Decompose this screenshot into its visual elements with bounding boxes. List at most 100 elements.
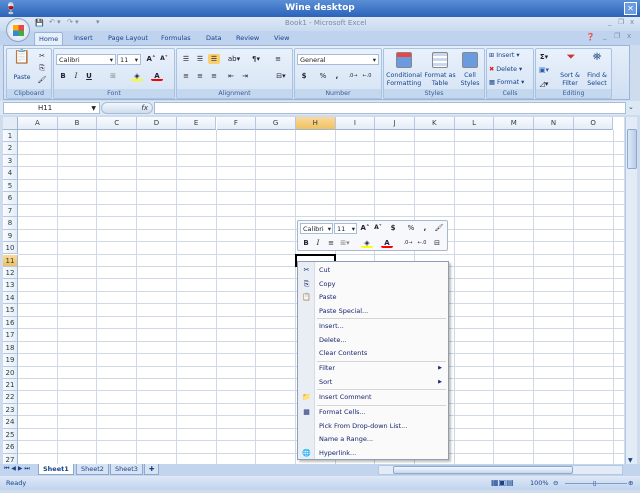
- tab-review[interactable]: Review: [232, 32, 263, 45]
- wrap-icon[interactable]: ≡: [272, 54, 284, 64]
- context-menu-item-cut[interactable]: ✂ Cut: [298, 264, 448, 277]
- mini-comma-button[interactable]: ,: [419, 223, 431, 233]
- sheet-tab-1[interactable]: Sheet1: [38, 464, 74, 475]
- zoom-in-button[interactable]: ⊕: [628, 476, 633, 490]
- column-header-C[interactable]: C: [97, 117, 138, 130]
- tab-insert[interactable]: Insert: [70, 32, 97, 45]
- tab-view[interactable]: View: [270, 32, 293, 45]
- mini-fill-color-icon[interactable]: ◈: [361, 238, 373, 248]
- zoom-level[interactable]: 100%: [530, 476, 549, 490]
- format-as-table-button[interactable]: Format as Table: [424, 72, 456, 88]
- column-header-I[interactable]: I: [335, 117, 376, 130]
- format-painter-icon[interactable]: 🖌: [36, 75, 48, 85]
- fill-color-icon[interactable]: ◈: [131, 71, 143, 81]
- shrink-font-icon[interactable]: A˅: [158, 54, 170, 64]
- row-header-17[interactable]: 17: [3, 329, 18, 342]
- row-header-23[interactable]: 23: [3, 403, 18, 417]
- row-header-6[interactable]: 6: [3, 192, 18, 205]
- insert-cells-button[interactable]: ⊞ Insert ▾: [489, 52, 520, 60]
- underline-button[interactable]: U: [83, 71, 95, 81]
- column-header-M[interactable]: M: [494, 117, 535, 130]
- find-select-button[interactable]: Find & Select: [583, 72, 611, 88]
- mini-decrease-decimal-icon[interactable]: ←.0: [416, 238, 428, 248]
- doc-close-button[interactable]: x: [627, 32, 631, 40]
- column-header-F[interactable]: F: [216, 117, 257, 130]
- row-header-9[interactable]: 9: [3, 229, 18, 243]
- context-menu-item-hyperlink[interactable]: 🌐 Hyperlink...: [298, 447, 448, 460]
- context-menu-item-name-a-range[interactable]: Name a Range...: [298, 433, 448, 446]
- context-menu-item-copy[interactable]: ⎘ Copy: [298, 278, 448, 291]
- paste-icon[interactable]: 📋: [13, 50, 31, 72]
- row-header-1[interactable]: 1: [3, 130, 18, 143]
- mini-increase-decimal-icon[interactable]: .0→: [402, 238, 414, 248]
- row-header-5[interactable]: 5: [3, 179, 18, 193]
- row-header-4[interactable]: 4: [3, 167, 18, 180]
- context-menu-item-insert[interactable]: Insert...: [298, 320, 448, 333]
- mini-currency-button[interactable]: $: [387, 223, 399, 233]
- row-header-11[interactable]: 11: [3, 254, 18, 267]
- column-header-O[interactable]: O: [573, 117, 614, 130]
- expand-formula-bar-icon[interactable]: ⌄: [628, 103, 634, 111]
- increase-decimal-icon[interactable]: .0→: [347, 71, 359, 81]
- row-header-13[interactable]: 13: [3, 279, 18, 292]
- align-right-icon[interactable]: ≡: [208, 71, 220, 81]
- context-menu-item-sort[interactable]: Sort ▶: [298, 376, 448, 389]
- sheet-tab-3[interactable]: Sheet3: [110, 464, 143, 475]
- currency-button[interactable]: $: [298, 71, 310, 81]
- office-button[interactable]: [6, 18, 30, 42]
- row-header-12[interactable]: 12: [3, 266, 18, 280]
- scroll-down-icon[interactable]: ▼: [628, 457, 633, 464]
- percent-button[interactable]: %: [317, 71, 329, 81]
- save-icon[interactable]: 💾: [35, 19, 44, 27]
- orientation-icon[interactable]: ab▾: [225, 54, 243, 64]
- column-header-L[interactable]: L: [454, 117, 495, 130]
- column-header-N[interactable]: N: [534, 117, 574, 130]
- vertical-scroll-thumb[interactable]: [627, 129, 637, 169]
- row-header-22[interactable]: 22: [3, 391, 18, 404]
- row-header-25[interactable]: 25: [3, 428, 18, 442]
- grow-font-icon[interactable]: A˄: [145, 54, 157, 64]
- mini-italic-button[interactable]: I: [312, 238, 324, 248]
- bottom-align-icon[interactable]: ☰: [208, 54, 220, 64]
- column-header-A[interactable]: A: [18, 117, 58, 130]
- context-menu-item-delete[interactable]: Delete...: [298, 334, 448, 347]
- select-all-corner[interactable]: [3, 117, 18, 130]
- mini-borders-icon[interactable]: ⊞▾: [339, 238, 351, 248]
- doc-minimize-button[interactable]: _: [603, 32, 607, 40]
- app-close-button[interactable]: x: [630, 18, 634, 26]
- mini-grow-font-icon[interactable]: A˄: [359, 223, 371, 233]
- undo-button[interactable]: ↶ ▾: [49, 18, 61, 26]
- row-header-20[interactable]: 20: [3, 366, 18, 379]
- tab-page-layout[interactable]: Page Layout: [104, 32, 152, 45]
- mini-font-name-combo[interactable]: Calibri ▾: [300, 223, 333, 234]
- column-header-E[interactable]: E: [176, 117, 217, 130]
- conditional-formatting-button[interactable]: Conditional Formatting: [384, 72, 424, 88]
- comma-button[interactable]: ,: [331, 71, 343, 81]
- row-header-3[interactable]: 3: [3, 154, 18, 168]
- top-align-icon[interactable]: ☰: [180, 54, 192, 64]
- context-menu-item-paste[interactable]: 📋 Paste: [298, 291, 448, 304]
- column-header-B[interactable]: B: [57, 117, 98, 130]
- decrease-decimal-icon[interactable]: ←.0: [361, 71, 373, 81]
- row-header-2[interactable]: 2: [3, 142, 18, 155]
- increase-indent-icon[interactable]: ⇥: [239, 71, 251, 81]
- customize-qat-icon[interactable]: ▾: [96, 18, 100, 26]
- copy-icon[interactable]: ⎘: [36, 63, 48, 73]
- mini-shrink-font-icon[interactable]: A˅: [372, 223, 384, 233]
- number-format-combo[interactable]: General ▾: [297, 54, 379, 65]
- clear-icon[interactable]: ◿▾: [538, 79, 550, 89]
- context-menu-item-pick-from-drop-down-list[interactable]: Pick From Drop-down List...: [298, 420, 448, 433]
- context-menu-item-insert-comment[interactable]: 📁 Insert Comment: [298, 391, 448, 404]
- row-header-16[interactable]: 16: [3, 316, 18, 330]
- row-header-26[interactable]: 26: [3, 441, 18, 454]
- autosum-icon[interactable]: Σ▾: [538, 52, 550, 62]
- column-header-H[interactable]: H: [295, 117, 336, 130]
- column-header-D[interactable]: D: [137, 117, 177, 130]
- formula-input[interactable]: [154, 102, 626, 114]
- mini-merge-icon[interactable]: ⊟: [431, 238, 443, 248]
- decrease-indent-icon[interactable]: ⇤: [225, 71, 237, 81]
- tab-formulas[interactable]: Formulas: [157, 32, 195, 45]
- row-header-15[interactable]: 15: [3, 304, 18, 317]
- horizontal-scroll-thumb[interactable]: [393, 466, 573, 474]
- row-header-18[interactable]: 18: [3, 341, 18, 355]
